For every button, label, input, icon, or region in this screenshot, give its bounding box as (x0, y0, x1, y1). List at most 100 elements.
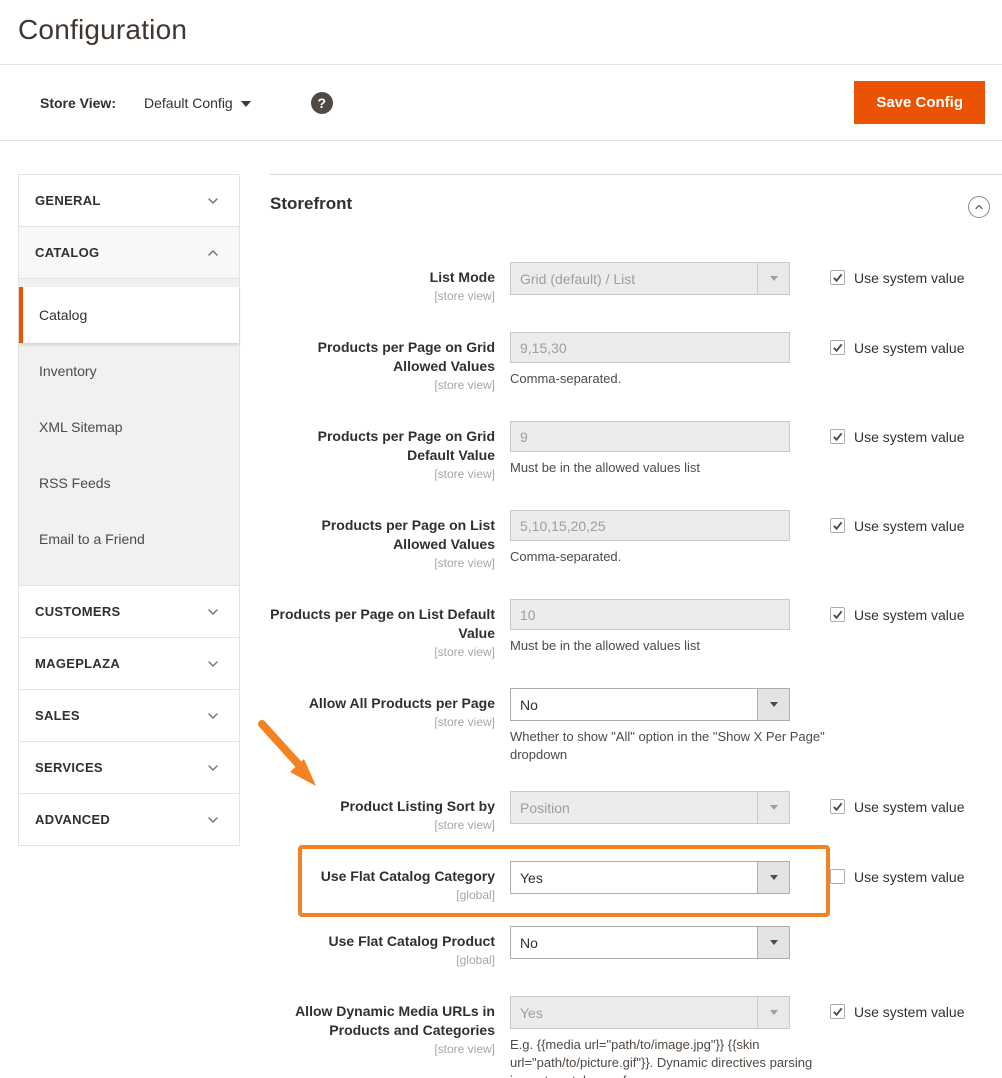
field-note: Must be in the allowed values list (510, 637, 850, 655)
use-system-value-label: Use system value (854, 1004, 964, 1020)
chevron-down-icon (205, 656, 221, 672)
use-system-value-label: Use system value (854, 799, 964, 815)
field-label-col: Products per Page on Grid Default Value[… (270, 421, 495, 483)
sidebar-subsection-panel: Catalog Inventory XML Sitemap RSS Feeds Emai… (19, 279, 239, 586)
use-system-value-col: Use system value (830, 791, 964, 834)
chevron-down-icon (205, 708, 221, 724)
products-per-page-on-grid-allowed-values-use-system-value-checkbox[interactable] (830, 340, 845, 355)
sidebar-item-label: Email to a Friend (39, 531, 145, 547)
main-panel: Storefront List Mode[store view] Grid (de… (270, 174, 1002, 1078)
section-title: Storefront (270, 194, 352, 214)
field-value-col: NoWhether to show "All" option in the "S… (510, 688, 790, 764)
use-system-value-label: Use system value (854, 518, 964, 534)
select-value: Yes (511, 870, 757, 886)
select-value: No (511, 935, 757, 951)
products-per-page-on-grid-allowed-values-input (510, 332, 790, 363)
product-listing-sort-by-use-system-value-checkbox[interactable] (830, 799, 845, 814)
dropdown-arrow-icon[interactable] (757, 689, 789, 720)
field-scope: [global] (270, 887, 495, 904)
sidebar-section-services[interactable]: SERVICES (19, 742, 239, 794)
content: GENERALCATALOG Catalog Inventory XML Sitema… (0, 141, 1002, 1078)
form-row-products-per-page-on-grid-default-value: Products per Page on Grid Default Value[… (270, 421, 1002, 483)
section-header: Storefront (270, 194, 1002, 218)
use-system-value-col: Use system value (830, 510, 964, 572)
chevron-down-icon (205, 812, 221, 828)
field-label-col: Use Flat Catalog Category[global] (270, 861, 495, 904)
field-note: Comma-separated. (510, 370, 850, 388)
products-per-page-on-list-allowed-values-input (510, 510, 790, 541)
list-mode-select: Grid (default) / List (510, 262, 790, 295)
page-title: Configuration (0, 0, 1002, 46)
form-row-use-flat-catalog-product: Use Flat Catalog Product[global]No (270, 926, 1002, 969)
sidebar-section-label: ADVANCED (35, 812, 110, 827)
field-scope: [store view] (270, 714, 495, 731)
checkmark-icon (832, 520, 843, 531)
field-scope: [store view] (270, 555, 495, 572)
toolbar: Store View: Default Config ? Save Config (0, 64, 1002, 141)
chevron-down-icon (205, 760, 221, 776)
form-row-allow-dynamic-media-urls-in-products-and-categories: Allow Dynamic Media URLs in Products and… (270, 996, 1002, 1078)
sidebar-item-inventory[interactable]: Inventory (19, 343, 239, 399)
sidebar-section-mageplaza[interactable]: MAGEPLAZA (19, 638, 239, 690)
save-config-button[interactable]: Save Config (854, 81, 985, 124)
field-label: Products per Page on List Default Value (270, 605, 495, 643)
store-view-switcher[interactable]: Default Config (144, 95, 251, 111)
field-value-col: Position (510, 791, 790, 834)
field-value-col: No (510, 926, 790, 969)
use-flat-catalog-category-use-system-value-checkbox[interactable] (830, 869, 845, 884)
field-label-col: List Mode[store view] (270, 262, 495, 305)
products-per-page-on-list-default-value-input (510, 599, 790, 630)
use-flat-catalog-category-select[interactable]: Yes (510, 861, 790, 894)
select-value: Position (511, 800, 757, 816)
checkmark-icon (832, 431, 843, 442)
field-label: Allow Dynamic Media URLs in Products and… (270, 1002, 495, 1040)
sidebar-item-label: Catalog (39, 307, 87, 323)
sidebar-item-email-to-a-friend[interactable]: Email to a Friend (19, 511, 239, 567)
dropdown-arrow-icon (757, 263, 789, 294)
sidebar-item-rss-feeds[interactable]: RSS Feeds (19, 455, 239, 511)
sidebar-section-sales[interactable]: SALES (19, 690, 239, 742)
sidebar-item-xml-sitemap[interactable]: XML Sitemap (19, 399, 239, 455)
field-value-col: Must be in the allowed values list (510, 599, 790, 661)
use-system-value-col: Use system value (830, 262, 964, 305)
chevron-down-icon (205, 193, 221, 209)
allow-all-products-per-page-select[interactable]: No (510, 688, 790, 721)
field-label: Use Flat Catalog Category (270, 867, 495, 886)
use-system-value-label: Use system value (854, 429, 964, 445)
dropdown-arrow-icon[interactable] (757, 862, 789, 893)
field-value-col: YesE.g. {{media url="path/to/image.jpg"}… (510, 996, 790, 1078)
products-per-page-on-grid-default-value-use-system-value-checkbox[interactable] (830, 429, 845, 444)
help-icon[interactable]: ? (311, 92, 333, 114)
field-label: Products per Page on List Allowed Values (270, 516, 495, 554)
dropdown-arrow-icon[interactable] (757, 927, 789, 958)
chevron-up-icon (973, 201, 985, 213)
chevron-up-icon (205, 245, 221, 261)
field-label: Products per Page on Grid Default Value (270, 427, 495, 465)
sidebar-item-catalog[interactable]: Catalog (19, 287, 239, 343)
sidebar-section-customers[interactable]: CUSTOMERS (19, 586, 239, 638)
field-value-col: Comma-separated. (510, 332, 790, 394)
checkmark-icon (832, 272, 843, 283)
sidebar-section-advanced[interactable]: ADVANCED (19, 794, 239, 846)
products-per-page-on-list-allowed-values-use-system-value-checkbox[interactable] (830, 518, 845, 533)
field-value-col: Comma-separated. (510, 510, 790, 572)
dropdown-arrow-icon (757, 792, 789, 823)
collapse-section-button[interactable] (968, 196, 990, 218)
products-per-page-on-list-default-value-use-system-value-checkbox[interactable] (830, 607, 845, 622)
sidebar-section-catalog[interactable]: CATALOG (19, 227, 239, 279)
sidebar-section-general[interactable]: GENERAL (19, 175, 239, 227)
field-note: E.g. {{media url="path/to/image.jpg"}} {… (510, 1036, 850, 1078)
field-note: Must be in the allowed values list (510, 459, 850, 477)
form-row-list-mode: List Mode[store view] Grid (default) / Li… (270, 262, 1002, 305)
use-system-value-label: Use system value (854, 607, 964, 623)
sidebar-item-label: XML Sitemap (39, 419, 123, 435)
use-system-value-col: Use system value (830, 332, 964, 394)
use-flat-catalog-product-select[interactable]: No (510, 926, 790, 959)
use-system-value-col: Use system value (830, 421, 964, 483)
dropdown-arrow-icon (757, 997, 789, 1028)
sidebar-section-label: SALES (35, 708, 80, 723)
select-value: Grid (default) / List (511, 271, 757, 287)
allow-dynamic-media-urls-in-products-and-categories-use-system-value-checkbox[interactable] (830, 1004, 845, 1019)
list-mode-use-system-value-checkbox[interactable] (830, 270, 845, 285)
config-sidebar: GENERALCATALOG Catalog Inventory XML Sitema… (18, 174, 240, 846)
